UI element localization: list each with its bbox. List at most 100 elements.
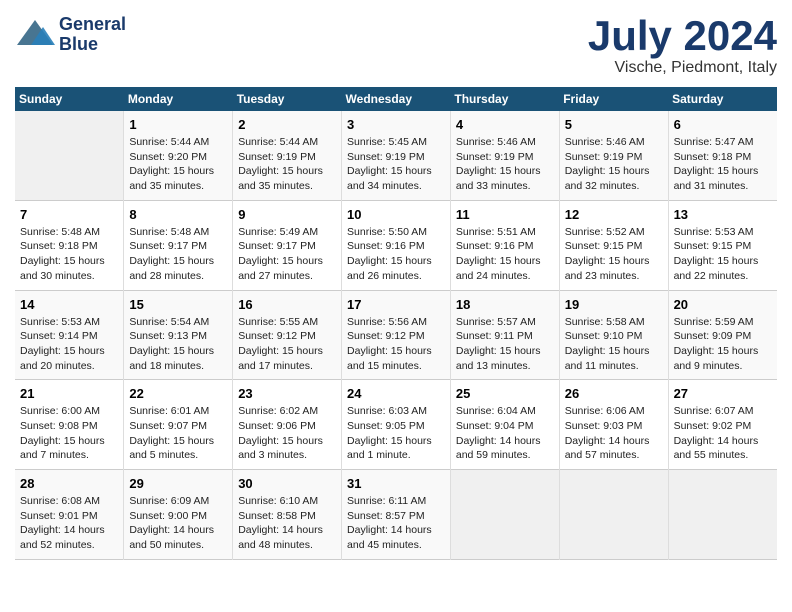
day-info: Sunrise: 6:06 AM Sunset: 9:03 PM Dayligh… bbox=[565, 404, 663, 463]
day-info: Sunrise: 5:54 AM Sunset: 9:13 PM Dayligh… bbox=[129, 315, 227, 374]
calendar-cell: 27 Sunrise: 6:07 AM Sunset: 9:02 PM Dayli… bbox=[668, 380, 777, 470]
calendar-cell: 14 Sunrise: 5:53 AM Sunset: 9:14 PM Dayli… bbox=[15, 290, 124, 380]
calendar-week-2: 7 Sunrise: 5:48 AM Sunset: 9:18 PM Daylig… bbox=[15, 200, 777, 290]
day-number: 11 bbox=[456, 207, 554, 222]
day-number: 26 bbox=[565, 386, 663, 401]
calendar-cell: 28Sunrise: 6:08 AM Sunset: 9:01 PM Dayli… bbox=[15, 470, 124, 560]
calendar-cell: 2 Sunrise: 5:44 AM Sunset: 9:19 PM Daylig… bbox=[233, 111, 342, 200]
calendar-cell bbox=[15, 111, 124, 200]
day-info: Sunrise: 6:11 AM Sunset: 8:57 PM Dayligh… bbox=[347, 494, 445, 553]
calendar-cell: 17Sunrise: 5:56 AM Sunset: 9:12 PM Dayli… bbox=[342, 290, 451, 380]
day-info: Sunrise: 5:55 AM Sunset: 9:12 PM Dayligh… bbox=[238, 315, 336, 374]
day-number: 18 bbox=[456, 297, 554, 312]
day-number: 12 bbox=[565, 207, 663, 222]
day-info: Sunrise: 6:07 AM Sunset: 9:02 PM Dayligh… bbox=[674, 404, 772, 463]
logo-line2: Blue bbox=[59, 35, 126, 55]
calendar-cell: 31Sunrise: 6:11 AM Sunset: 8:57 PM Dayli… bbox=[342, 470, 451, 560]
day-number: 2 bbox=[238, 117, 336, 132]
calendar-week-5: 28Sunrise: 6:08 AM Sunset: 9:01 PM Dayli… bbox=[15, 470, 777, 560]
day-info: Sunrise: 5:47 AM Sunset: 9:18 PM Dayligh… bbox=[674, 135, 772, 194]
calendar-cell: 5 Sunrise: 5:46 AM Sunset: 9:19 PM Daylig… bbox=[559, 111, 668, 200]
calendar-cell bbox=[559, 470, 668, 560]
day-number: 3 bbox=[347, 117, 445, 132]
day-number: 15 bbox=[129, 297, 227, 312]
day-number: 27 bbox=[674, 386, 772, 401]
calendar-cell: 25Sunrise: 6:04 AM Sunset: 9:04 PM Dayli… bbox=[450, 380, 559, 470]
day-number: 10 bbox=[347, 207, 445, 222]
weekday-header-thursday: Thursday bbox=[450, 87, 559, 111]
calendar-cell: 4 Sunrise: 5:46 AM Sunset: 9:19 PM Daylig… bbox=[450, 111, 559, 200]
day-info: Sunrise: 5:58 AM Sunset: 9:10 PM Dayligh… bbox=[565, 315, 663, 374]
calendar-cell: 15 Sunrise: 5:54 AM Sunset: 9:13 PM Dayli… bbox=[124, 290, 233, 380]
day-info: Sunrise: 5:52 AM Sunset: 9:15 PM Dayligh… bbox=[565, 225, 663, 284]
calendar-cell bbox=[668, 470, 777, 560]
calendar-cell: 6 Sunrise: 5:47 AM Sunset: 9:18 PM Daylig… bbox=[668, 111, 777, 200]
calendar-cell: 10Sunrise: 5:50 AM Sunset: 9:16 PM Dayli… bbox=[342, 200, 451, 290]
day-info: Sunrise: 5:46 AM Sunset: 9:19 PM Dayligh… bbox=[456, 135, 554, 194]
calendar-cell: 22 Sunrise: 6:01 AM Sunset: 9:07 PM Dayli… bbox=[124, 380, 233, 470]
calendar-cell: 24 Sunrise: 6:03 AM Sunset: 9:05 PM Dayli… bbox=[342, 380, 451, 470]
weekday-header-tuesday: Tuesday bbox=[233, 87, 342, 111]
day-info: Sunrise: 5:48 AM Sunset: 9:18 PM Dayligh… bbox=[20, 225, 118, 284]
day-number: 19 bbox=[565, 297, 663, 312]
calendar-cell: 19 Sunrise: 5:58 AM Sunset: 9:10 PM Dayli… bbox=[559, 290, 668, 380]
calendar-cell: 18 Sunrise: 5:57 AM Sunset: 9:11 PM Dayli… bbox=[450, 290, 559, 380]
calendar-body: 1 Sunrise: 5:44 AM Sunset: 9:20 PM Daylig… bbox=[15, 111, 777, 559]
day-number: 9 bbox=[238, 207, 336, 222]
day-number: 30 bbox=[238, 476, 336, 491]
day-number: 24 bbox=[347, 386, 445, 401]
day-info: Sunrise: 5:48 AM Sunset: 9:17 PM Dayligh… bbox=[129, 225, 227, 284]
day-info: Sunrise: 5:44 AM Sunset: 9:20 PM Dayligh… bbox=[129, 135, 227, 194]
day-number: 21 bbox=[20, 386, 118, 401]
day-info: Sunrise: 5:59 AM Sunset: 9:09 PM Dayligh… bbox=[674, 315, 772, 374]
calendar-cell: 12 Sunrise: 5:52 AM Sunset: 9:15 PM Dayli… bbox=[559, 200, 668, 290]
day-info: Sunrise: 6:01 AM Sunset: 9:07 PM Dayligh… bbox=[129, 404, 227, 463]
day-info: Sunrise: 5:51 AM Sunset: 9:16 PM Dayligh… bbox=[456, 225, 554, 284]
calendar-week-3: 14 Sunrise: 5:53 AM Sunset: 9:14 PM Dayli… bbox=[15, 290, 777, 380]
day-number: 1 bbox=[129, 117, 227, 132]
day-number: 6 bbox=[674, 117, 772, 132]
calendar-cell: 13 Sunrise: 5:53 AM Sunset: 9:15 PM Dayli… bbox=[668, 200, 777, 290]
calendar-cell: 9Sunrise: 5:49 AM Sunset: 9:17 PM Daylig… bbox=[233, 200, 342, 290]
day-info: Sunrise: 5:44 AM Sunset: 9:19 PM Dayligh… bbox=[238, 135, 336, 194]
logo-icon bbox=[15, 15, 55, 55]
day-number: 22 bbox=[129, 386, 227, 401]
weekday-header-monday: Monday bbox=[124, 87, 233, 111]
day-number: 13 bbox=[674, 207, 772, 222]
calendar-cell: 8 Sunrise: 5:48 AM Sunset: 9:17 PM Daylig… bbox=[124, 200, 233, 290]
weekday-header-sunday: Sunday bbox=[15, 87, 124, 111]
day-info: Sunrise: 6:09 AM Sunset: 9:00 PM Dayligh… bbox=[129, 494, 227, 553]
weekday-header-saturday: Saturday bbox=[668, 87, 777, 111]
day-info: Sunrise: 5:53 AM Sunset: 9:15 PM Dayligh… bbox=[674, 225, 772, 284]
calendar-cell bbox=[450, 470, 559, 560]
logo-text: General Blue bbox=[59, 15, 126, 55]
day-info: Sunrise: 6:10 AM Sunset: 8:58 PM Dayligh… bbox=[238, 494, 336, 553]
day-number: 7 bbox=[20, 207, 118, 222]
calendar-cell: 20Sunrise: 5:59 AM Sunset: 9:09 PM Dayli… bbox=[668, 290, 777, 380]
logo-line1: General bbox=[59, 15, 126, 35]
day-number: 16 bbox=[238, 297, 336, 312]
month-title: July 2024 bbox=[588, 15, 777, 57]
weekday-header-wednesday: Wednesday bbox=[342, 87, 451, 111]
calendar-cell: 29Sunrise: 6:09 AM Sunset: 9:00 PM Dayli… bbox=[124, 470, 233, 560]
calendar-header: SundayMondayTuesdayWednesdayThursdayFrid… bbox=[15, 87, 777, 111]
day-info: Sunrise: 6:08 AM Sunset: 9:01 PM Dayligh… bbox=[20, 494, 118, 553]
day-number: 14 bbox=[20, 297, 118, 312]
calendar-cell: 30 Sunrise: 6:10 AM Sunset: 8:58 PM Dayli… bbox=[233, 470, 342, 560]
day-info: Sunrise: 6:02 AM Sunset: 9:06 PM Dayligh… bbox=[238, 404, 336, 463]
day-info: Sunrise: 5:57 AM Sunset: 9:11 PM Dayligh… bbox=[456, 315, 554, 374]
day-number: 8 bbox=[129, 207, 227, 222]
day-info: Sunrise: 5:56 AM Sunset: 9:12 PM Dayligh… bbox=[347, 315, 445, 374]
day-number: 5 bbox=[565, 117, 663, 132]
calendar-week-4: 21Sunrise: 6:00 AM Sunset: 9:08 PM Dayli… bbox=[15, 380, 777, 470]
day-info: Sunrise: 5:46 AM Sunset: 9:19 PM Dayligh… bbox=[565, 135, 663, 194]
calendar-cell: 16 Sunrise: 5:55 AM Sunset: 9:12 PM Dayli… bbox=[233, 290, 342, 380]
day-number: 4 bbox=[456, 117, 554, 132]
calendar-cell: 7 Sunrise: 5:48 AM Sunset: 9:18 PM Daylig… bbox=[15, 200, 124, 290]
location: Vische, Piedmont, Italy bbox=[588, 59, 777, 77]
day-info: Sunrise: 6:03 AM Sunset: 9:05 PM Dayligh… bbox=[347, 404, 445, 463]
page-header: General Blue July 2024 Vische, Piedmont,… bbox=[15, 15, 777, 77]
calendar-cell: 3Sunrise: 5:45 AM Sunset: 9:19 PM Daylig… bbox=[342, 111, 451, 200]
day-info: Sunrise: 5:53 AM Sunset: 9:14 PM Dayligh… bbox=[20, 315, 118, 374]
calendar-cell: 1 Sunrise: 5:44 AM Sunset: 9:20 PM Daylig… bbox=[124, 111, 233, 200]
